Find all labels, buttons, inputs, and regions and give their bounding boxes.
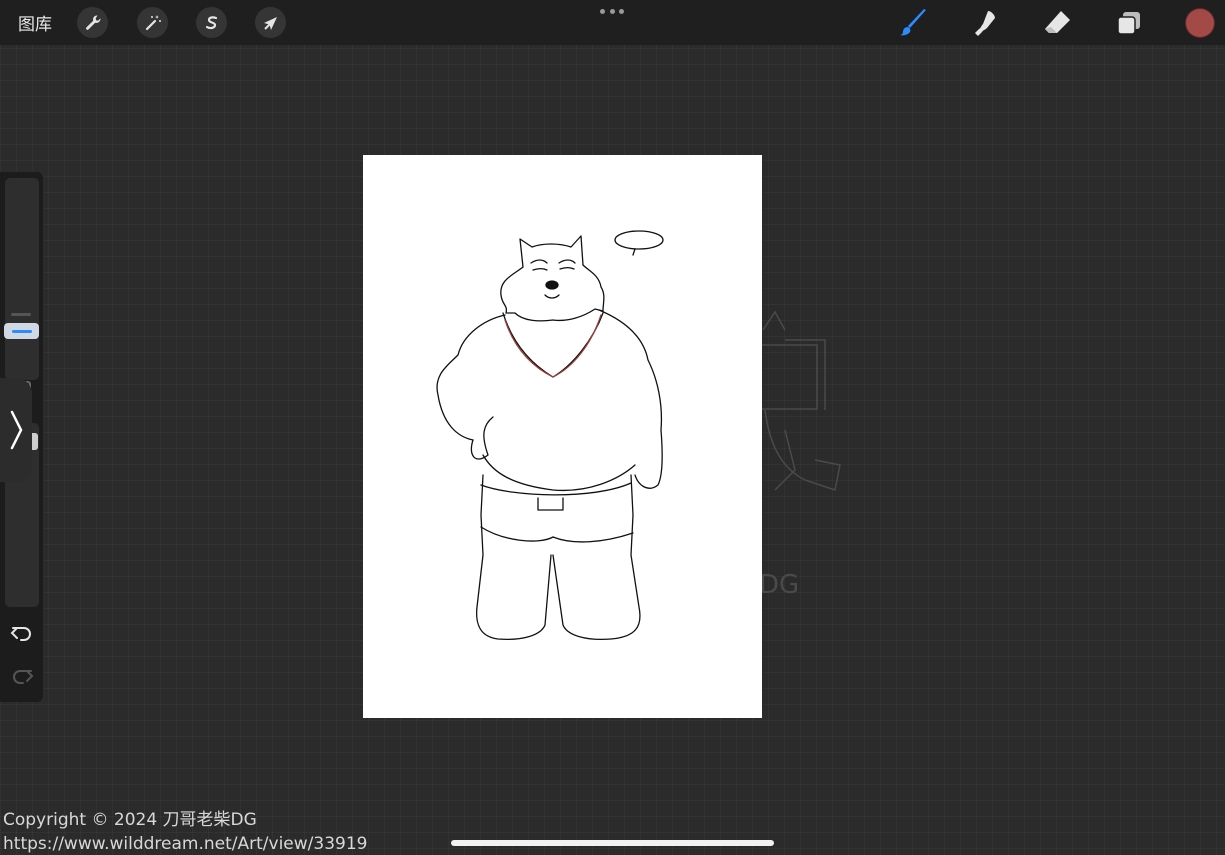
- copyright-line: Copyright © 2024 刀哥老柴DG: [3, 810, 257, 830]
- copyright-url: https://www.wilddream.net/Art/view/33919: [3, 834, 368, 854]
- arrow-cursor-icon: [263, 16, 277, 30]
- drawing-canvas[interactable]: [363, 155, 762, 718]
- redo-icon[interactable]: [9, 665, 35, 689]
- eraser-tool-button[interactable]: [1040, 6, 1074, 40]
- copyright-watermark: Copyright © 2024 刀哥老柴DG https://www.wild…: [3, 808, 367, 855]
- eraser-icon: [1045, 11, 1070, 33]
- background-ghost-text: DG: [759, 570, 800, 600]
- smudge-tool-button[interactable]: [967, 6, 1001, 40]
- layers-icon: [1117, 12, 1140, 35]
- home-indicator-bar[interactable]: [451, 840, 774, 846]
- undo-icon[interactable]: [9, 622, 35, 646]
- transform-button[interactable]: [255, 7, 286, 38]
- more-options-dots[interactable]: [600, 3, 624, 19]
- character-lineart: [436, 230, 664, 641]
- color-picker-swatch[interactable]: [1186, 9, 1214, 37]
- brush-tool-button[interactable]: [896, 6, 930, 40]
- magic-wand-icon: [145, 14, 161, 30]
- top-toolbar: 图库: [0, 0, 1225, 45]
- handle-indicator: [11, 329, 32, 333]
- dot: [609, 8, 615, 14]
- brush-size-handle[interactable]: [4, 323, 39, 339]
- smudge-finger-icon: [975, 11, 995, 36]
- dot: [600, 8, 605, 14]
- brush-icon: [900, 9, 926, 36]
- selection-button[interactable]: [196, 7, 227, 38]
- brush-size-slider[interactable]: [5, 178, 39, 380]
- sidebar-expand-tab[interactable]: [0, 378, 32, 482]
- ghost-watermark-drawing: [760, 310, 841, 491]
- layers-button[interactable]: [1112, 6, 1146, 40]
- wrench-icon: [85, 14, 100, 30]
- procreate-app: 图库 DG Copyright © 2024 刀哥老柴DG https://ww…: [0, 0, 1225, 855]
- slider-notch: [11, 313, 31, 316]
- adjustments-button[interactable]: [137, 7, 168, 38]
- dot: [619, 8, 624, 14]
- selection-s-icon: [205, 15, 217, 29]
- gallery-button[interactable]: 图库: [18, 10, 52, 35]
- chevron-right-icon: [10, 410, 23, 450]
- actions-button[interactable]: [77, 7, 108, 38]
